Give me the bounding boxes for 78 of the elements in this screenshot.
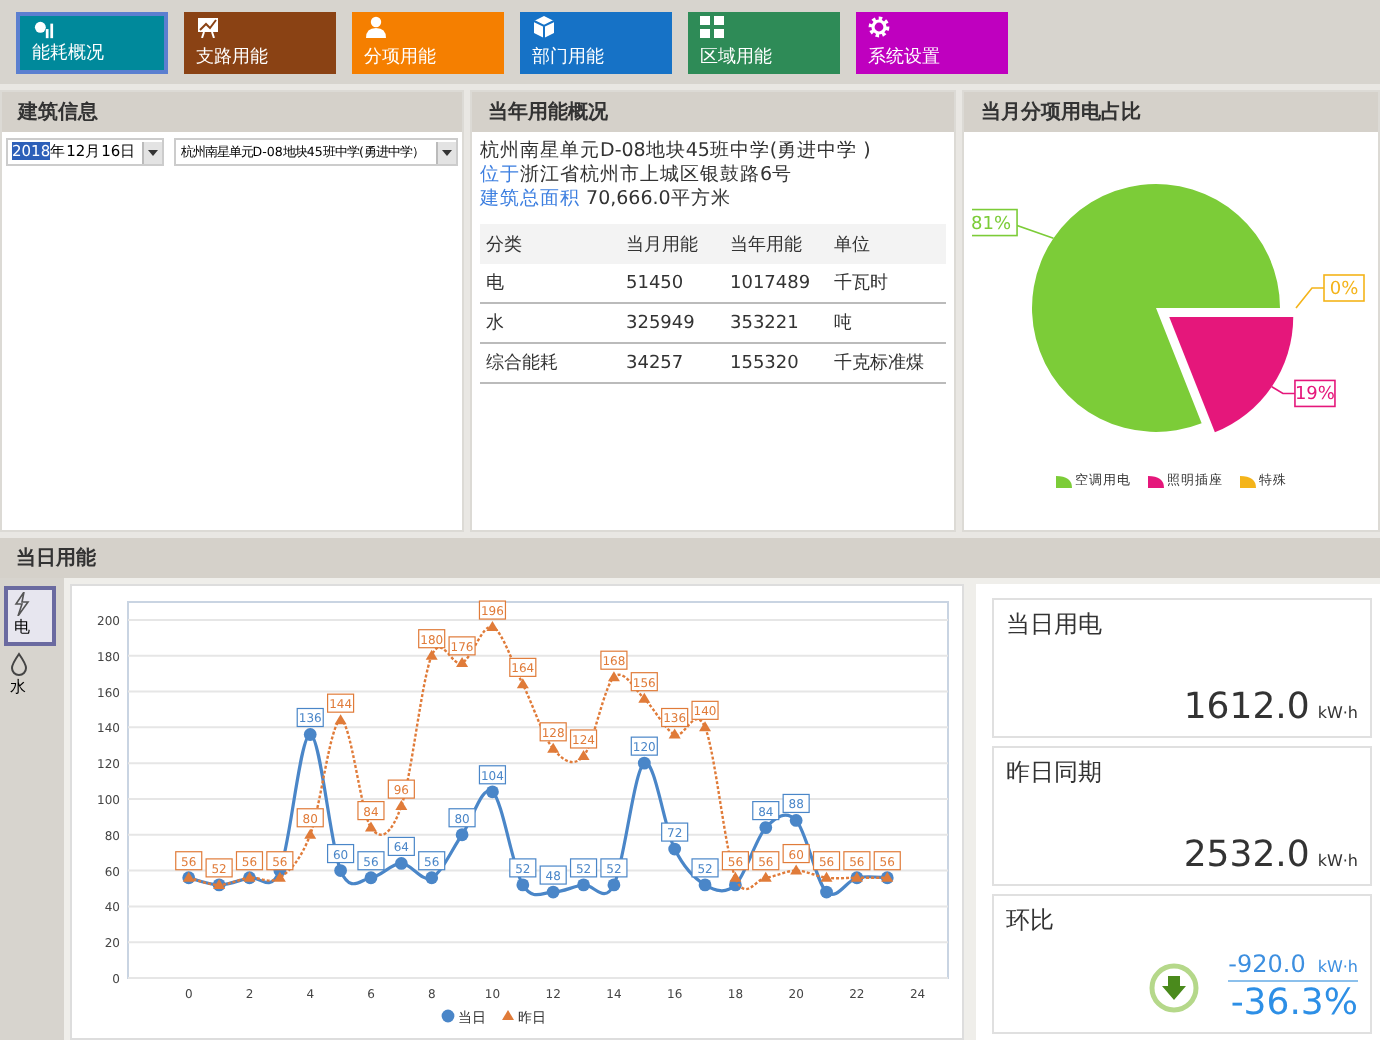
dropdown-caret-icon [148, 149, 159, 155]
data-point [607, 878, 621, 892]
table-cell-text: 综合能耗 [486, 351, 560, 376]
value-label: 0% [1322, 274, 1365, 302]
panel-title: 当日用能 [0, 538, 1380, 578]
diff-value: -920.0 [1228, 950, 1306, 978]
data-point [364, 871, 378, 885]
data-point [789, 814, 803, 827]
column-header: 单位 [834, 233, 872, 257]
cube-icon [532, 16, 556, 38]
nav-tile[interactable]: 区域用能 [688, 12, 840, 74]
side-tab[interactable]: 电 [4, 586, 56, 646]
stat-value: 2532.0 [1183, 834, 1310, 876]
legend-marker [502, 1010, 514, 1020]
table-cell-text: 1017489 [730, 273, 813, 293]
user-icon [364, 16, 388, 38]
panel-title: 建筑信息 [2, 92, 462, 132]
unit-label: kW·h [1317, 958, 1358, 976]
leader-line [1294, 287, 1325, 309]
value-label: 19% [1293, 379, 1336, 408]
table-cell-text: 325949 [626, 313, 697, 333]
data-point [637, 756, 651, 770]
unit-label: kW·h [1317, 704, 1358, 722]
nav-tile[interactable]: 系统设置 [856, 12, 1008, 74]
data-point [820, 885, 833, 899]
panel-title: 当月分项用电占比 [964, 92, 1378, 132]
field-value: 70,666.0平方米 [586, 188, 731, 210]
nav-tile[interactable]: 支路用能 [184, 12, 336, 74]
data-label: 81% [970, 214, 1012, 235]
data-point [303, 728, 317, 741]
stat-title: 昨日同期 [1006, 756, 1104, 790]
data-point [394, 857, 408, 870]
nav-tile[interactable]: 能耗概况 [16, 12, 168, 74]
settings-icon [868, 16, 890, 38]
column-header: 当年用能 [730, 233, 804, 257]
table-cell-text: 吨 [834, 311, 854, 336]
data-point [455, 828, 469, 842]
table-cell-text: 千克标准煤 [834, 351, 926, 376]
stat-title: 环比 [1006, 904, 1056, 938]
table-cell-text: 51450 [626, 273, 686, 293]
data-point [698, 878, 712, 892]
side-tab[interactable]: 水 [4, 650, 56, 710]
field-value: 浙江省杭州市上城区银鼓路6号 [520, 164, 793, 186]
presentation-board-icon [196, 16, 220, 38]
stat-value: 1612.0 [1183, 686, 1310, 728]
table-cell-text: 千瓦时 [834, 271, 890, 296]
lightning-icon [14, 592, 30, 616]
data-point [425, 871, 439, 885]
data-point [516, 878, 530, 892]
value-label: 81% [971, 208, 1018, 237]
data-point [759, 821, 773, 834]
table-cell-text: 155320 [730, 353, 801, 373]
leader-line [1270, 385, 1296, 395]
nav-tile[interactable]: 部门用能 [520, 12, 672, 74]
data-point [486, 785, 499, 799]
table-cell-text: 34257 [626, 353, 686, 373]
table-cell-text: 353221 [730, 313, 801, 333]
unit-label: kW·h [1317, 852, 1358, 870]
field-label: 位于 [480, 164, 520, 186]
percent-value: -36.3% [1230, 982, 1358, 1024]
drop-icon [10, 652, 28, 676]
building-name: 杭州南星单元D-08地块45班中学(勇进中学 ) [480, 140, 873, 164]
legend-marker [441, 1009, 455, 1023]
table-cell-text: 电 [486, 271, 506, 296]
grid-icon [700, 16, 724, 38]
column-header: 当月用能 [626, 233, 700, 257]
data-point [334, 864, 347, 877]
data-point [668, 842, 682, 856]
field-label: 建筑总面积 [480, 188, 580, 210]
data-point [577, 878, 590, 892]
panel-title: 当年用能概况 [472, 92, 955, 132]
dropdown-caret-icon [442, 149, 452, 155]
column-header: 分类 [486, 233, 524, 257]
stat-title: 当日用电 [1006, 608, 1104, 642]
gear-chart-icon [32, 20, 56, 40]
data-point [546, 885, 560, 899]
table-cell-text: 水 [486, 311, 506, 336]
data-label: 19% [1294, 385, 1336, 406]
